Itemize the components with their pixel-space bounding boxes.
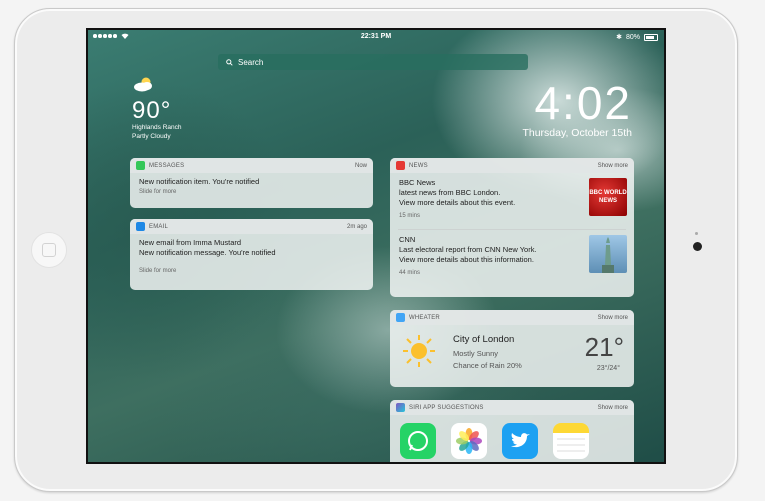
battery-icon [644, 33, 658, 41]
search-icon [226, 58, 233, 66]
messages-icon [136, 161, 145, 170]
news-thumbnail-statue [589, 235, 627, 273]
weather-city: City of London [453, 334, 515, 345]
search-label: Search [238, 57, 264, 67]
card-header: EMAIL 2m ago [130, 219, 373, 234]
sensor [695, 232, 698, 235]
email-title: New email from Imma Mustard [139, 238, 242, 247]
card-header: SIRI APP SUGGESTIONS Show more [390, 400, 634, 415]
slide-hint: Slide for more [139, 268, 177, 274]
photos-icon[interactable] [451, 423, 487, 459]
news-item[interactable]: CNN Last electoral report from CNN New Y… [390, 230, 634, 286]
app-name: WHEATER [409, 314, 440, 321]
app-name: SIRI APP SUGGESTIONS [409, 404, 484, 411]
slide-hint: Slide for more [139, 189, 177, 195]
app-name: NEWS [409, 162, 428, 169]
status-bar: 22:31 PM ✱ 80% [88, 30, 664, 44]
weather-range: 23°/24° [596, 365, 620, 372]
news-item[interactable]: BBC News latest news from BBC London. Vi… [390, 173, 634, 229]
news-icon [396, 161, 405, 170]
email-notification[interactable]: EMAIL 2m ago New email from Imma Mustard… [130, 219, 373, 290]
weather-widget[interactable]: 90° Highlands Ranch Partly Cloudy [132, 76, 182, 141]
notes-icon[interactable] [553, 423, 589, 459]
notification-time: Now [354, 162, 367, 169]
notification-text: New notification message. You're notifie… [139, 248, 276, 257]
search-bar[interactable]: Search [218, 54, 528, 70]
app-name: MESSAGES [149, 162, 185, 169]
show-more-link[interactable]: Show more [598, 163, 628, 169]
weather-icon [396, 313, 405, 322]
app-name: EMAIL [149, 223, 169, 230]
bluetooth-icon: ✱ [616, 34, 622, 41]
weather-condition: Partly Cloudy [132, 133, 171, 140]
news-thumbnail: BBC WORLD NEWS [589, 178, 627, 216]
partly-cloudy-icon [134, 77, 152, 92]
notification-time: 2m ago [346, 223, 367, 230]
weather-condition: Mostly Sunny [453, 349, 499, 358]
card-header: NEWS Show more [390, 158, 634, 173]
notification-text: New notification item. You're notified [139, 177, 260, 186]
email-icon [136, 222, 145, 231]
camera [693, 242, 702, 251]
battery-percent: 80% [625, 33, 640, 41]
sun-icon [403, 335, 435, 367]
weather-location: Highlands Ranch [132, 124, 182, 131]
siri-icon [396, 403, 405, 412]
messages-notification[interactable]: MESSAGES Now New notification item. You'… [130, 158, 373, 208]
weather-temp: 21° [584, 332, 624, 362]
home-button-icon [42, 243, 56, 257]
show-more-link[interactable]: Show more [598, 405, 628, 411]
weather-temp: 90° [132, 97, 172, 124]
card-header: MESSAGES Now [130, 158, 373, 173]
show-more-link[interactable]: Show more [598, 315, 628, 321]
whatsapp-icon[interactable] [400, 423, 436, 459]
twitter-icon[interactable] [502, 423, 538, 459]
weather-rain: Chance of Rain 20% [453, 361, 522, 370]
siri-suggestions-widget[interactable]: SIRI APP SUGGESTIONS Show more [390, 400, 634, 462]
lock-clock: 4:02 Thursday, October 15th [522, 80, 632, 139]
news-widget[interactable]: NEWS Show more BBC News latest news from… [390, 158, 634, 297]
clock-date: Thursday, October 15th [522, 127, 632, 139]
home-button[interactable] [31, 232, 67, 268]
card-header: WHEATER Show more [390, 310, 634, 325]
status-time: 22:31 PM [360, 33, 392, 40]
weather-card[interactable]: WHEATER Show more City of London Mostly … [390, 310, 634, 387]
screen: 22:31 PM ✱ 80% Search 90° Highlands Ranc… [86, 28, 666, 464]
clock-time: 4:02 [534, 77, 632, 129]
